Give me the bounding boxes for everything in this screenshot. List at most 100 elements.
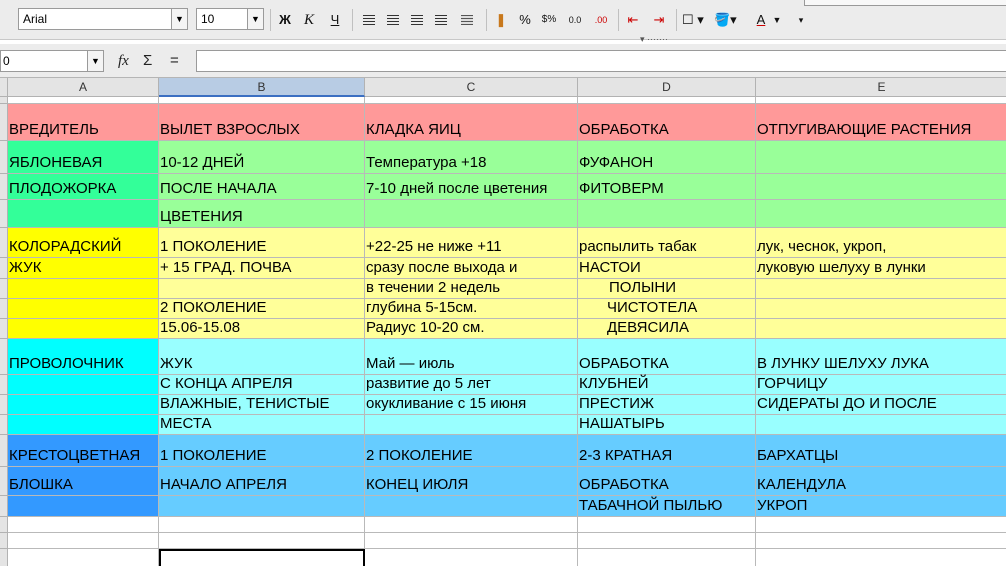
cell-e[interactable] [756, 415, 1006, 435]
cell-e[interactable]: В ЛУНКУ ШЕЛУХУ ЛУКА [756, 339, 1006, 375]
percent-button[interactable]: % [516, 10, 534, 30]
cell-a[interactable]: КОЛОРАДСКИЙ [8, 228, 159, 258]
cell-b[interactable]: МЕСТА [159, 415, 365, 435]
cell-e[interactable]: КАЛЕНДУЛА [756, 467, 1006, 496]
font-name-select[interactable]: Arial ▼ [18, 8, 188, 30]
cell-e[interactable] [756, 517, 1006, 533]
row-header[interactable] [0, 319, 8, 339]
cell-c[interactable] [365, 200, 578, 228]
cell-b[interactable] [159, 496, 365, 517]
cell-b[interactable]: ЖУК [159, 339, 365, 375]
cell-e[interactable] [756, 141, 1006, 174]
cell-d[interactable]: НАШАТЫРЬ [578, 415, 756, 435]
cell-a[interactable] [8, 549, 159, 566]
font-color-dropdown[interactable]: ▼ [768, 10, 786, 30]
cell-e[interactable] [756, 533, 1006, 549]
row-header[interactable] [0, 97, 8, 104]
cell-e[interactable] [756, 319, 1006, 339]
delete-decimal-button[interactable]: .00 [592, 10, 610, 30]
underline-button[interactable]: Ч [326, 10, 344, 30]
cell-d[interactable]: ПОЛЫНИ [578, 279, 756, 299]
cell-d[interactable]: ПРЕСТИЖ [578, 395, 756, 415]
cell-d[interactable]: ДЕВЯСИЛА [578, 319, 756, 339]
cell-a[interactable]: ПЛОДОЖОРКА [8, 174, 159, 200]
add-decimal-button[interactable]: 0.0 [566, 10, 584, 30]
font-size-select[interactable]: 10 ▼ [196, 8, 264, 30]
cell-e[interactable] [756, 299, 1006, 319]
select-all-corner[interactable] [0, 78, 8, 97]
cell-d[interactable] [578, 97, 756, 104]
cell-d[interactable]: ОБРАБОТКА [578, 467, 756, 496]
justify-button[interactable] [432, 10, 450, 30]
cell-c[interactable]: развитие до 5 лет [365, 375, 578, 395]
row-header[interactable] [0, 533, 8, 549]
cell-d[interactable]: 2-3 КРАТНАЯ [578, 435, 756, 467]
cell-c[interactable]: в течении 2 недель [365, 279, 578, 299]
row-header[interactable] [0, 299, 8, 319]
cell-a[interactable] [8, 200, 159, 228]
row-header[interactable] [0, 435, 8, 467]
cell-b[interactable]: С КОНЦА АПРЕЛЯ [159, 375, 365, 395]
cell-d[interactable] [578, 517, 756, 533]
sum-button[interactable]: Σ [143, 52, 152, 70]
name-box[interactable]: 0 ▼ [0, 50, 104, 72]
cell-a[interactable] [8, 496, 159, 517]
cell-b[interactable] [159, 279, 365, 299]
column-header-c[interactable]: C [365, 78, 578, 97]
cell-b[interactable]: 2 ПОКОЛЕНИЕ [159, 299, 365, 319]
cell-a[interactable] [8, 299, 159, 319]
cell-b[interactable] [159, 533, 365, 549]
function-wizard-button[interactable]: fx [118, 52, 129, 70]
cell-c[interactable]: Радиус 10-20 см. [365, 319, 578, 339]
row-header[interactable] [0, 279, 8, 299]
cell-c[interactable] [365, 415, 578, 435]
cell-c[interactable]: сразу после выхода и [365, 258, 578, 279]
cell-d[interactable]: ТАБАЧНОЙ ПЫЛЬЮ [578, 496, 756, 517]
row-header[interactable] [0, 375, 8, 395]
cell-b[interactable]: 1 ПОКОЛЕНИЕ [159, 435, 365, 467]
cell-c[interactable] [365, 533, 578, 549]
cell-d[interactable] [578, 200, 756, 228]
decrease-indent-button[interactable]: ⇤ [624, 10, 642, 30]
cell-c[interactable]: Май — июль [365, 339, 578, 375]
row-header[interactable] [0, 496, 8, 517]
cell-c[interactable]: Температура +18 [365, 141, 578, 174]
cell-c[interactable] [365, 517, 578, 533]
cell-a[interactable]: ЖУК [8, 258, 159, 279]
row-header[interactable] [0, 104, 8, 141]
formula-input[interactable] [196, 50, 1006, 72]
row-header[interactable] [0, 258, 8, 279]
cell-c[interactable]: окукливание с 15 июня [365, 395, 578, 415]
merge-cells-button[interactable] [458, 10, 476, 30]
cell-c[interactable] [365, 496, 578, 517]
cell-a[interactable]: КРЕСТОЦВЕТНАЯ [8, 435, 159, 467]
column-header-d[interactable]: D [578, 78, 756, 97]
cell-d[interactable]: ЧИСТОТЕЛА [578, 299, 756, 319]
cell-d[interactable] [578, 549, 756, 566]
column-header-e[interactable]: E [756, 78, 1006, 97]
increase-indent-button[interactable]: ⇥ [650, 10, 668, 30]
row-header[interactable] [0, 415, 8, 435]
align-center-button[interactable] [384, 10, 402, 30]
cell-b[interactable]: 1 ПОКОЛЕНИЕ [159, 228, 365, 258]
cell-c[interactable]: +22-25 не ниже +11 [365, 228, 578, 258]
cell-e[interactable] [756, 279, 1006, 299]
cell-c[interactable]: КЛАДКА ЯИЦ [365, 104, 578, 141]
cell-d[interactable]: ФУФАНОН [578, 141, 756, 174]
cell-d[interactable] [578, 533, 756, 549]
column-header-a[interactable]: A [8, 78, 159, 97]
chevron-down-icon[interactable]: ▼ [87, 51, 103, 71]
cell-e[interactable] [756, 549, 1006, 566]
borders-button[interactable]: ☐ ▾ [682, 10, 704, 30]
cell-d[interactable]: распылить табак [578, 228, 756, 258]
cell-b[interactable] [159, 517, 365, 533]
formula-button[interactable]: = [170, 52, 179, 70]
row-header[interactable] [0, 339, 8, 375]
cell-b[interactable]: 15.06-15.08 [159, 319, 365, 339]
currency-button[interactable]: ❚ [492, 10, 510, 30]
row-header[interactable] [0, 174, 8, 200]
cell-c[interactable]: 2 ПОКОЛЕНИЕ [365, 435, 578, 467]
cell-a[interactable] [8, 517, 159, 533]
cell-b[interactable]: НАЧАЛО АПРЕЛЯ [159, 467, 365, 496]
cell-d[interactable]: ОБРАБОТКА [578, 104, 756, 141]
